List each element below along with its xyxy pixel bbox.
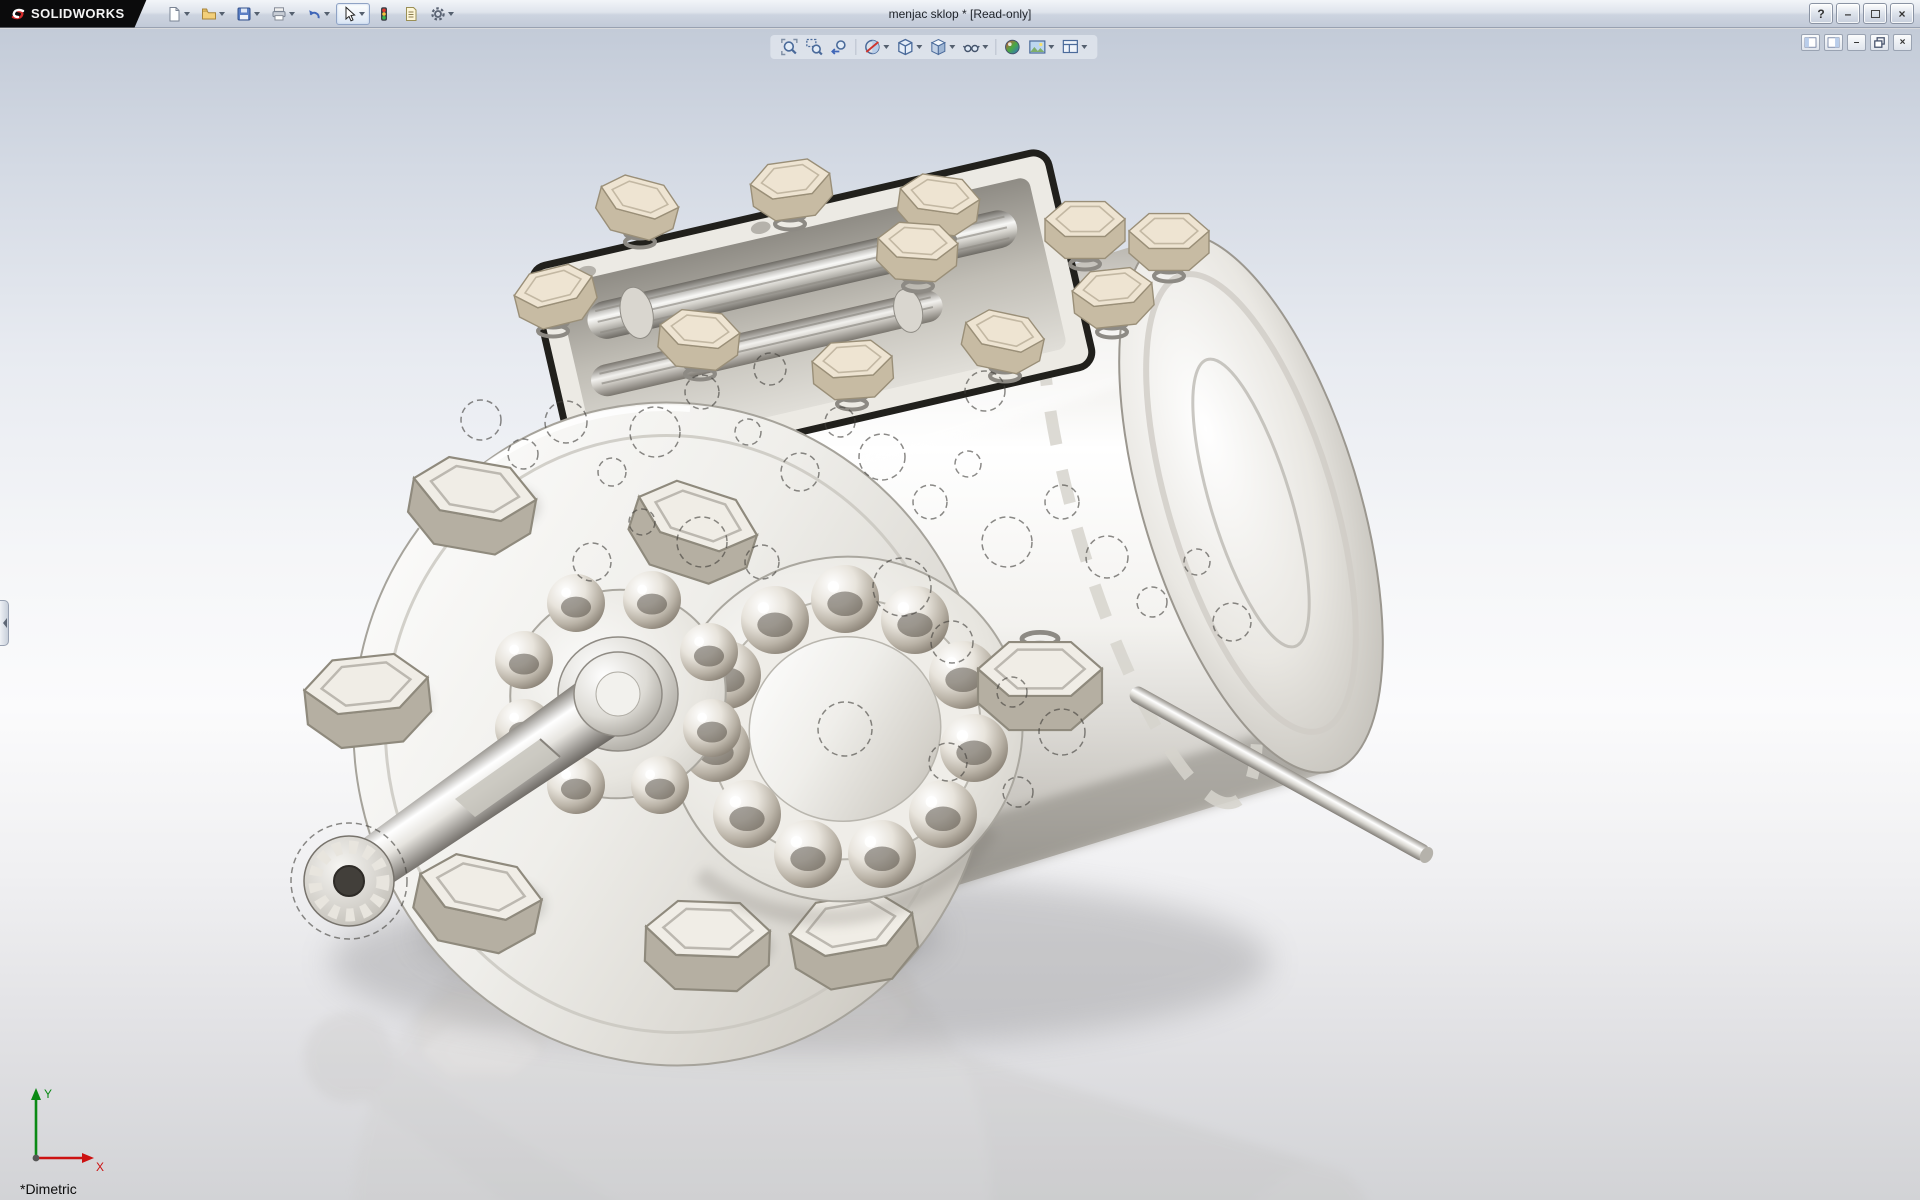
ds-logo-icon xyxy=(10,6,26,22)
display-style-button[interactable] xyxy=(929,38,955,56)
previous-view-button[interactable] xyxy=(830,38,848,56)
file-properties-icon xyxy=(403,6,419,22)
view-orientation-icon xyxy=(896,38,914,56)
rebuild-button[interactable] xyxy=(371,3,397,25)
dropdown-arrow-icon[interactable] xyxy=(982,45,988,49)
window-title: menjac sklop * [Read-only] xyxy=(889,0,1032,28)
edit-appearance-button[interactable] xyxy=(1003,38,1021,56)
print-icon xyxy=(271,6,287,22)
solidworks-logo: SOLIDWORKS xyxy=(0,0,147,28)
dropdown-arrow-icon[interactable] xyxy=(448,12,454,16)
titlebar: SOLIDWORKS xyxy=(0,0,1920,28)
open-button[interactable] xyxy=(196,3,230,25)
print-button[interactable] xyxy=(266,3,300,25)
y-axis-label: Y xyxy=(44,1087,52,1101)
heads-up-view-toolbar xyxy=(770,35,1097,59)
zoom-to-area-button[interactable] xyxy=(805,38,823,56)
pane-right-icon xyxy=(1827,37,1840,48)
new-document-icon xyxy=(166,6,182,22)
help-button[interactable]: ? xyxy=(1809,3,1833,24)
pane-toggle-left-button[interactable] xyxy=(1801,34,1820,51)
undo-icon xyxy=(306,6,322,22)
appearance-ball-icon xyxy=(1003,38,1021,56)
model-3d-view[interactable] xyxy=(0,29,1920,1200)
close-button[interactable]: × xyxy=(1890,3,1914,24)
save-icon xyxy=(236,6,252,22)
toolbar-separator xyxy=(855,39,856,55)
reference-triad: Y X xyxy=(14,1080,110,1172)
doc-close-button[interactable]: × xyxy=(1893,34,1912,51)
maximize-button[interactable] xyxy=(1863,3,1887,24)
hide-show-glasses-icon xyxy=(962,38,980,56)
brand-text: SOLIDWORKS xyxy=(31,6,125,21)
options-gear-icon xyxy=(430,6,446,22)
select-cursor-icon xyxy=(341,6,357,22)
window-controls: ? – × xyxy=(1809,3,1914,24)
graphics-area[interactable]: – × Y X *Dimetric xyxy=(0,29,1920,1200)
previous-view-icon xyxy=(830,38,848,56)
featuremanager-splitter-handle[interactable] xyxy=(0,600,9,646)
dropdown-arrow-icon[interactable] xyxy=(883,45,889,49)
hide-show-items-button[interactable] xyxy=(962,38,988,56)
maximize-icon xyxy=(1871,10,1880,18)
main-toolbar xyxy=(161,3,459,25)
view-orientation-label: *Dimetric xyxy=(20,1181,77,1197)
file-properties-button[interactable] xyxy=(398,3,424,25)
pane-left-icon xyxy=(1804,37,1817,48)
doc-restore-button[interactable] xyxy=(1870,34,1889,51)
apply-scene-button[interactable] xyxy=(1028,38,1054,56)
open-folder-icon xyxy=(201,6,217,22)
dropdown-arrow-icon[interactable] xyxy=(949,45,955,49)
minimize-button[interactable]: – xyxy=(1836,3,1860,24)
dropdown-arrow-icon[interactable] xyxy=(289,12,295,16)
scene-photo-icon xyxy=(1028,38,1046,56)
x-axis-arrow xyxy=(82,1153,94,1163)
doc-minimize-button[interactable]: – xyxy=(1847,34,1866,51)
display-style-icon xyxy=(929,38,947,56)
section-view-button[interactable] xyxy=(863,38,889,56)
options-button[interactable] xyxy=(425,3,459,25)
undo-button[interactable] xyxy=(301,3,335,25)
document-window-controls: – × xyxy=(1801,34,1912,51)
zoom-to-fit-icon xyxy=(780,38,798,56)
x-axis-label: X xyxy=(96,1160,104,1172)
view-settings-button[interactable] xyxy=(1061,38,1087,56)
dropdown-arrow-icon[interactable] xyxy=(184,12,190,16)
dropdown-arrow-icon[interactable] xyxy=(324,12,330,16)
section-view-icon xyxy=(863,38,881,56)
dropdown-arrow-icon[interactable] xyxy=(219,12,225,16)
spline-end[interactable] xyxy=(304,836,394,926)
pane-toggle-right-button[interactable] xyxy=(1824,34,1843,51)
new-document-button[interactable] xyxy=(161,3,195,25)
dropdown-arrow-icon[interactable] xyxy=(1048,45,1054,49)
zoom-to-area-icon xyxy=(805,38,823,56)
zoom-to-fit-button[interactable] xyxy=(780,38,798,56)
dropdown-arrow-icon[interactable] xyxy=(254,12,260,16)
dropdown-arrow-icon[interactable] xyxy=(359,12,365,16)
y-axis-arrow xyxy=(31,1088,41,1100)
toolbar-separator xyxy=(995,39,996,55)
dropdown-arrow-icon[interactable] xyxy=(1081,45,1087,49)
save-button[interactable] xyxy=(231,3,265,25)
rebuild-stoplight-icon xyxy=(376,6,392,22)
select-button[interactable] xyxy=(336,3,370,25)
view-settings-icon xyxy=(1061,38,1079,56)
view-orientation-button[interactable] xyxy=(896,38,922,56)
restore-icon xyxy=(1873,37,1886,48)
dropdown-arrow-icon[interactable] xyxy=(916,45,922,49)
